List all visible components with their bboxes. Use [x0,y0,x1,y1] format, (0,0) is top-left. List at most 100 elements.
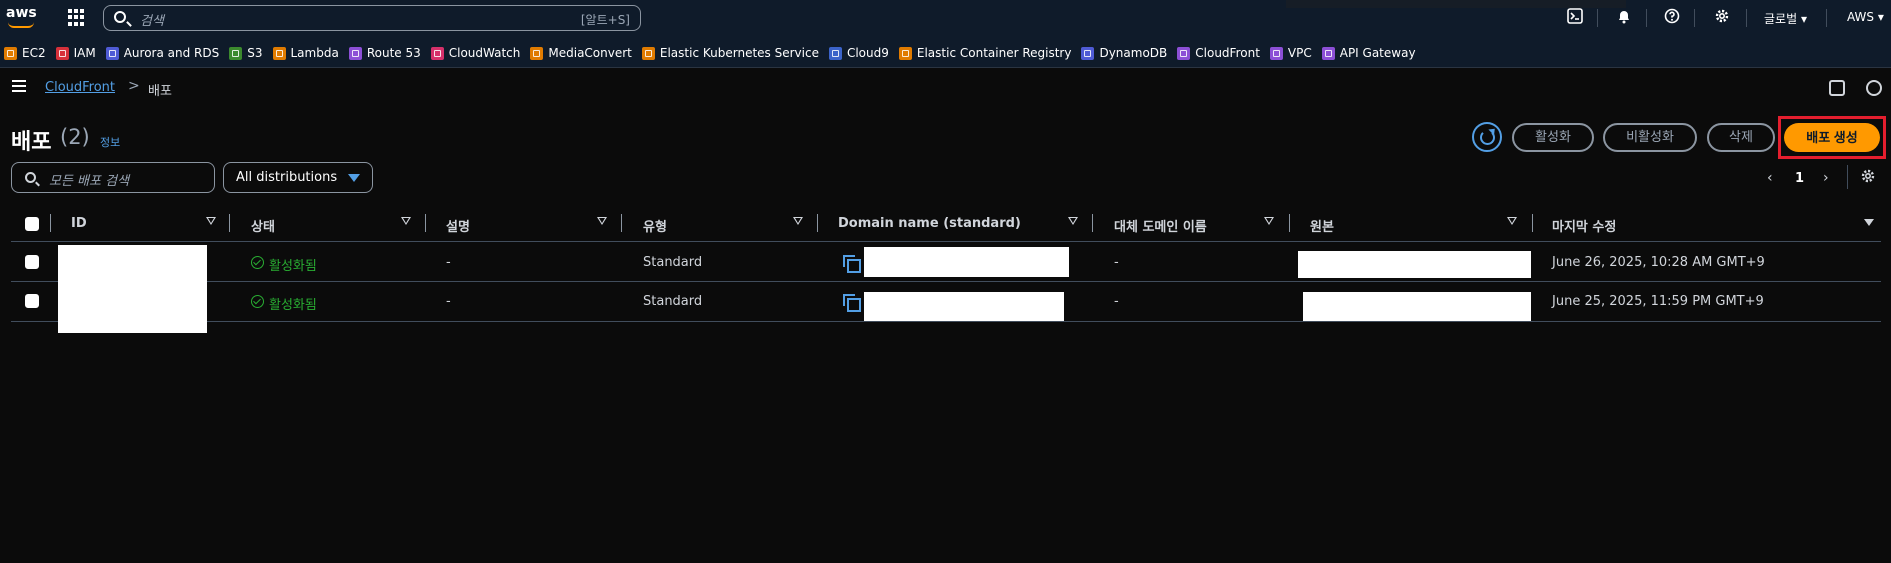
search-placeholder: 검색 [140,14,164,29]
distribution-filter-select[interactable]: All distributions [223,162,373,193]
page-title: 배포 [11,130,52,155]
service-icon [898,46,912,60]
caret-down-icon [348,174,360,182]
favorite-s3[interactable]: S3 [229,46,263,60]
favorite-cloudfront[interactable]: CloudFront [1177,46,1260,60]
service-icon [1177,46,1191,60]
select-value: All distributions [236,170,338,185]
side-panel-icon[interactable] [1829,80,1845,96]
sort-desc-icon[interactable] [1864,219,1874,226]
type-cell: Standard [643,255,703,270]
favorite-dynamodb[interactable]: DynamoDB [1081,46,1167,60]
favorite-cloudwatch[interactable]: CloudWatch [430,46,520,60]
favorite-vpc[interactable]: VPC [1269,46,1312,60]
description-cell: - [446,294,451,309]
info-link[interactable]: 정보 [100,134,120,150]
redacted-domain [864,247,1069,277]
sort-icon[interactable] [1068,217,1078,226]
alt-domain-cell: - [1114,294,1119,309]
favorite-label: VPC [1287,46,1312,60]
distribution-search-placeholder: 모든 배포 검색 [49,174,130,189]
help-icon[interactable] [1662,8,1682,28]
nav-divider [1597,9,1598,27]
account-label: AWS [1847,10,1875,24]
favorite-ec2[interactable]: EC2 [4,46,46,60]
select-all-checkbox[interactable] [25,217,39,231]
alt-domain-cell: - [1114,255,1119,270]
table-header: ID 상태 설명 유형 Domain name (standard) 대체 도메… [11,206,1881,242]
favorite-elastic-container-registry[interactable]: Elastic Container Registry [898,46,1071,60]
breadcrumb-cloudfront-link[interactable]: CloudFront [45,80,115,95]
gear-icon[interactable] [1712,8,1732,28]
last-modified-cell: June 26, 2025, 10:28 AM GMT+9 [1552,255,1765,270]
delete-button[interactable]: 삭제 [1707,123,1775,152]
redacted-origin [1298,251,1531,278]
column-header-type[interactable]: 유형 [643,216,667,235]
global-search-input[interactable]: 검색 [알트+S] [103,5,641,31]
nav-divider [1646,9,1647,27]
column-divider [1092,214,1093,232]
menu-icon[interactable] [12,80,26,92]
next-page-button[interactable]: › [1823,170,1829,186]
enable-button[interactable]: 활성화 [1512,123,1594,152]
refresh-icon[interactable] [1472,122,1502,152]
row-checkbox[interactable] [25,255,39,269]
region-selector[interactable]: 글로벌 ▾ [1764,10,1807,27]
nav-divider [1826,9,1827,27]
sort-icon[interactable] [401,217,411,226]
favorite-iam[interactable]: IAM [55,46,96,60]
service-icon [105,46,119,60]
sort-icon[interactable] [793,217,803,226]
service-icon [55,46,69,60]
nav-divider [1746,9,1747,27]
favorite-label: API Gateway [1339,46,1416,60]
favorite-aurora-and-rds[interactable]: Aurora and RDS [105,46,219,60]
favorite-label: IAM [73,46,96,60]
sort-icon[interactable] [206,217,216,226]
sort-icon[interactable] [597,217,607,226]
column-header-origin[interactable]: 원본 [1310,216,1334,235]
column-header-description[interactable]: 설명 [446,216,470,235]
column-header-last-modified[interactable]: 마지막 수정 [1552,216,1616,235]
favorite-label: Elastic Kubernetes Service [659,46,819,60]
account-menu[interactable]: AWS ▾ [1847,10,1884,24]
service-icon [229,46,243,60]
column-header-status[interactable]: 상태 [251,216,275,235]
create-distribution-button[interactable]: 배포 생성 [1784,123,1880,152]
favorite-cloud9[interactable]: Cloud9 [828,46,889,60]
disable-button[interactable]: 비활성화 [1603,123,1697,152]
pager-divider [1847,165,1848,189]
service-icon [1081,46,1095,60]
copy-icon[interactable] [843,255,861,273]
favorite-route-53[interactable]: Route 53 [348,46,421,60]
current-page[interactable]: 1 [1795,171,1804,186]
services-grid-icon[interactable] [68,9,85,26]
sort-icon[interactable] [1264,217,1274,226]
favorite-mediaconvert[interactable]: MediaConvert [530,46,632,60]
main-content: 배포 (2) 정보 활성화 비활성화 삭제 배포 생성 모든 배포 검색 All… [0,108,1891,563]
column-header-alt-domain[interactable]: 대체 도메인 이름 [1114,216,1207,235]
favorite-lambda[interactable]: Lambda [272,46,339,60]
sort-icon[interactable] [1507,217,1517,226]
last-modified-cell: June 25, 2025, 11:59 PM GMT+9 [1552,294,1764,309]
favorite-label: Lambda [290,46,339,60]
bell-icon[interactable] [1614,8,1634,28]
prev-page-button[interactable]: ‹ [1767,170,1773,186]
column-header-id[interactable]: ID [71,216,87,231]
breadcrumb-bar: CloudFront > 배포 [0,68,1891,108]
column-header-domain-name[interactable]: Domain name (standard) [838,216,1021,231]
aws-logo[interactable]: aws [6,5,38,31]
distribution-search-input[interactable]: 모든 배포 검색 [11,162,215,193]
table-settings-gear-icon[interactable] [1860,168,1876,188]
row-checkbox[interactable] [25,294,39,308]
copy-icon[interactable] [843,294,861,312]
favorite-api-gateway[interactable]: API Gateway [1321,46,1416,60]
favorite-elastic-kubernetes-service[interactable]: Elastic Kubernetes Service [641,46,819,60]
cloudshell-icon[interactable] [1565,8,1585,28]
service-icon [430,46,444,60]
favorite-label: DynamoDB [1099,46,1168,60]
search-icon [25,172,36,183]
cloudfront-logo-icon[interactable] [1866,80,1882,96]
top-navigation: aws 검색 [알트+S] 글로벌 ▾ AWS ▾ [0,0,1891,36]
region-label: 글로벌 [1764,12,1798,26]
